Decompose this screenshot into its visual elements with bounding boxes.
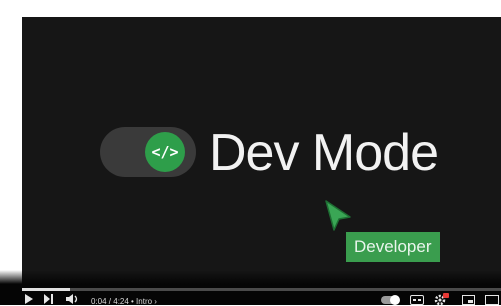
volume-icon[interactable] bbox=[66, 294, 80, 304]
cursor-arrow-icon bbox=[325, 200, 351, 231]
code-icon: </> bbox=[145, 132, 185, 172]
miniplayer-icon[interactable] bbox=[462, 295, 475, 305]
progress-fill bbox=[22, 288, 70, 291]
code-icon-label: </> bbox=[151, 143, 179, 161]
developer-badge: Developer bbox=[346, 232, 440, 262]
play-icon[interactable] bbox=[24, 294, 34, 304]
hd-badge bbox=[443, 293, 449, 298]
dev-mode-toggle: </> bbox=[100, 127, 196, 177]
next-icon[interactable] bbox=[44, 294, 54, 304]
video-player[interactable]: </> Dev Mode Developer bbox=[22, 17, 501, 305]
progress-track[interactable] bbox=[22, 288, 501, 291]
theater-icon[interactable] bbox=[485, 295, 499, 305]
subtitles-icon[interactable] bbox=[410, 295, 424, 305]
autoplay-toggle[interactable] bbox=[381, 295, 400, 305]
dev-mode-title: Dev Mode bbox=[209, 124, 439, 182]
